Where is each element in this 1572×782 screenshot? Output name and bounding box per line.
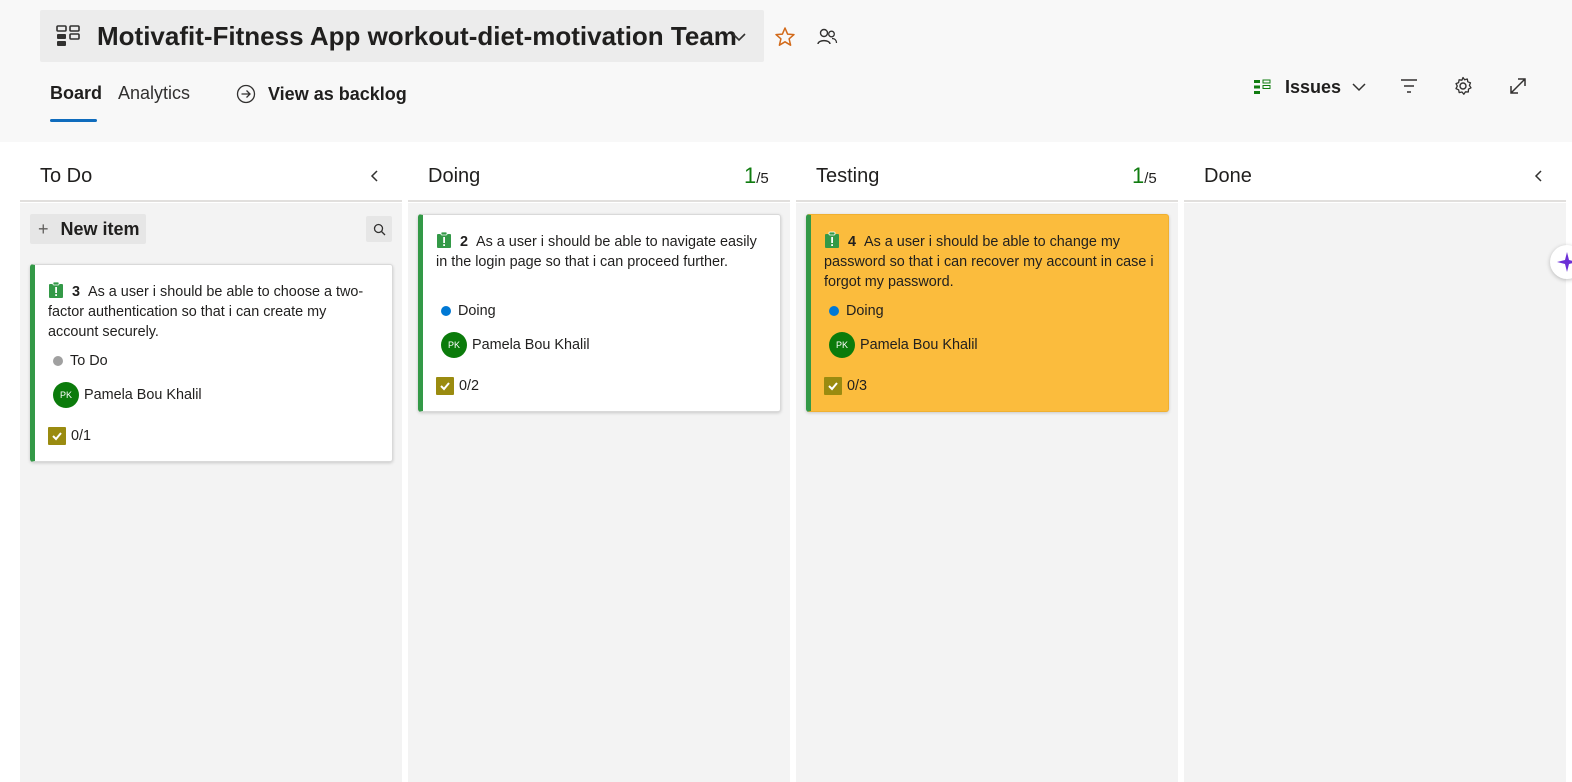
column-search-button[interactable] xyxy=(366,216,392,242)
favorite-star-icon[interactable] xyxy=(774,26,796,48)
column-body-done xyxy=(1184,203,1566,782)
assignee-name: Pamela Bou Khalil xyxy=(472,337,590,353)
view-as-backlog-button[interactable]: View as backlog xyxy=(236,80,407,108)
work-item-title: As a user i should be able to choose a t… xyxy=(48,284,364,340)
card-title[interactable]: 3 As a user i should be able to choose a … xyxy=(48,281,378,342)
plus-icon: + xyxy=(38,218,49,239)
assignee-name: Pamela Bou Khalil xyxy=(860,337,978,353)
column-body-to-do: + New item 3 As a user i should be able t… xyxy=(20,203,402,782)
issue-icon xyxy=(49,281,63,298)
state-label: Doing xyxy=(846,303,884,319)
card-title[interactable]: 2 As a user i should be able to navigate … xyxy=(436,231,766,272)
column-header-done: Done xyxy=(1184,142,1566,202)
backlog-level-icon xyxy=(1254,79,1271,94)
filter-icon[interactable] xyxy=(1398,75,1420,97)
work-item-card[interactable]: 4 As a user i should be able to change my… xyxy=(806,214,1169,412)
column-title: Done xyxy=(1204,165,1252,187)
assignee-field[interactable]: PK Pamela Bou Khalil xyxy=(441,332,590,358)
new-item-label: New item xyxy=(60,218,140,239)
wip-limit: 1/5 xyxy=(1132,163,1157,188)
column-body-doing: 2 As a user i should be able to navigate … xyxy=(408,203,790,782)
issue-icon xyxy=(437,231,451,248)
state-label: To Do xyxy=(70,353,108,369)
child-tasks-progress[interactable]: 0/2 xyxy=(436,377,479,395)
work-item-id: 4 xyxy=(848,234,857,250)
tasks-count: 0/2 xyxy=(459,378,480,394)
search-icon xyxy=(373,223,385,235)
assignee-field[interactable]: PK Pamela Bou Khalil xyxy=(829,332,978,358)
state-field[interactable]: To Do xyxy=(53,353,108,369)
tab-board[interactable]: Board xyxy=(50,83,102,104)
tasks-count: 0/1 xyxy=(71,428,92,444)
child-tasks-progress[interactable]: 0/1 xyxy=(48,427,91,445)
state-label: Doing xyxy=(458,303,496,319)
backlog-level-label: Issues xyxy=(1285,76,1342,97)
avatar: PK xyxy=(53,382,79,408)
copilot-sparkle-button[interactable] xyxy=(1550,245,1572,279)
column-title: Doing xyxy=(428,165,481,187)
work-item-title: As a user i should be able to change my … xyxy=(824,234,1154,290)
chevron-down-icon[interactable] xyxy=(730,28,748,46)
sparkle-icon xyxy=(1557,252,1572,272)
view-as-backlog-label: View as backlog xyxy=(268,83,407,104)
arrow-circle-icon xyxy=(236,84,256,104)
fullscreen-expand-icon[interactable] xyxy=(1507,75,1529,97)
team-members-icon[interactable] xyxy=(816,27,838,47)
settings-gear-icon[interactable] xyxy=(1452,75,1474,97)
work-item-id: 3 xyxy=(72,284,81,300)
team-name: Motivafit-Fitness App workout-diet-motiv… xyxy=(97,21,737,51)
tab-selected-indicator xyxy=(50,119,97,122)
tab-analytics[interactable]: Analytics xyxy=(118,83,190,104)
work-item-id: 2 xyxy=(460,234,469,250)
column-title: To Do xyxy=(40,165,93,187)
state-indicator xyxy=(829,306,839,316)
wip-limit: 1/5 xyxy=(744,163,769,188)
issue-icon xyxy=(825,231,839,248)
work-item-title: As a user i should be able to navigate e… xyxy=(436,234,757,270)
state-indicator xyxy=(53,356,63,366)
board-team-icon xyxy=(56,25,80,46)
team-selector[interactable]: Motivafit-Fitness App workout-diet-motiv… xyxy=(40,10,764,62)
chevron-down-icon xyxy=(1352,83,1366,92)
avatar: PK xyxy=(441,332,467,358)
child-tasks-progress[interactable]: 0/3 xyxy=(824,377,867,395)
new-item-button[interactable]: + New item xyxy=(30,214,146,244)
column-body-testing: 4 As a user i should be able to change my… xyxy=(796,203,1178,782)
state-field[interactable]: Doing xyxy=(441,303,496,319)
work-item-card[interactable]: 2 As a user i should be able to navigate … xyxy=(418,214,781,412)
task-checkbox-icon xyxy=(48,427,66,445)
chevron-left-icon[interactable] xyxy=(368,169,382,183)
backlog-level-selector[interactable]: Issues xyxy=(1253,74,1367,100)
state-field[interactable]: Doing xyxy=(829,303,884,319)
kanban-board: To Do + New item 3As a user i should be xyxy=(0,142,1572,782)
work-item-card[interactable]: 3 As a user i should be able to choose a … xyxy=(30,264,393,462)
tasks-count: 0/3 xyxy=(847,378,868,394)
column-header-to-do: To Do xyxy=(20,142,402,202)
board-header: Motivafit-Fitness App workout-diet-motiv… xyxy=(0,0,1572,142)
avatar: PK xyxy=(829,332,855,358)
task-checkbox-icon xyxy=(824,377,842,395)
chevron-left-icon[interactable] xyxy=(1532,169,1546,183)
task-checkbox-icon xyxy=(436,377,454,395)
assignee-name: Pamela Bou Khalil xyxy=(84,387,202,403)
assignee-field[interactable]: PK Pamela Bou Khalil xyxy=(53,382,202,408)
column-header-doing: Doing 1/5 xyxy=(408,142,790,202)
state-indicator xyxy=(441,306,451,316)
column-title: Testing xyxy=(816,165,880,187)
column-header-testing: Testing 1/5 xyxy=(796,142,1178,202)
card-title[interactable]: 4 As a user i should be able to change my… xyxy=(824,231,1154,292)
